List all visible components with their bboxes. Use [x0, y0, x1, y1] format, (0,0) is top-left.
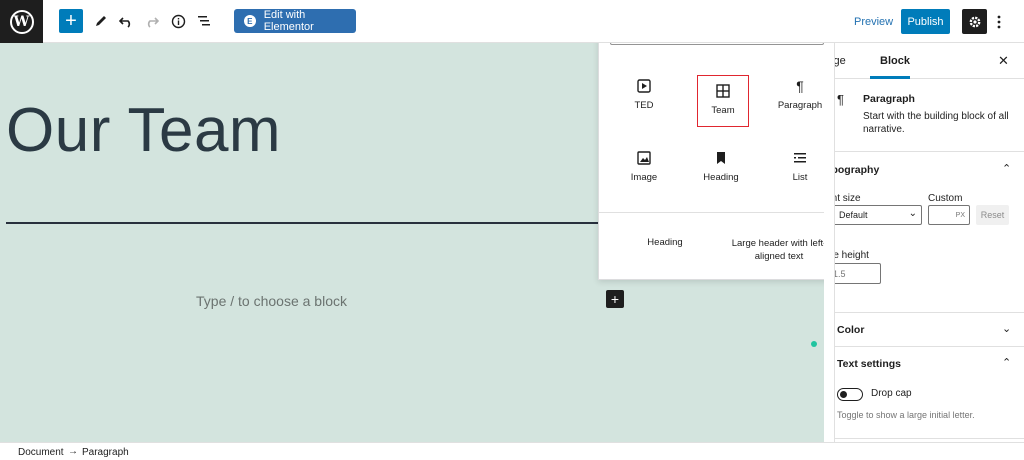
- block-search-input[interactable]: [611, 43, 791, 44]
- bookmark-icon: [689, 147, 753, 169]
- settings-sidebar: Page Block ✕ ¶ Paragraph Start with the …: [834, 43, 1024, 442]
- block-item-label: Paragraph: [777, 100, 823, 111]
- chevron-down-icon: ⌄: [908, 208, 917, 219]
- pilcrow-icon: ¶: [837, 92, 844, 107]
- toggle-knob: [840, 390, 847, 398]
- text-settings-panel-header[interactable]: Text settings ⌃: [835, 347, 1024, 381]
- list-view-icon: [198, 16, 210, 26]
- info-icon: [171, 14, 185, 28]
- block-item-image[interactable]: Image: [612, 147, 676, 203]
- empty-paragraph-placeholder[interactable]: Type / to choose a block: [196, 293, 347, 309]
- tab-page[interactable]: Page: [835, 55, 846, 67]
- drop-cap-help-text: Toggle to show a large initial letter.: [837, 410, 975, 420]
- block-item-heading[interactable]: Heading: [689, 147, 753, 203]
- gear-icon: [969, 16, 980, 27]
- block-item-ted[interactable]: TED: [612, 75, 676, 131]
- editor-toolbar: W + E Edit with Elementor Preview Publis…: [0, 0, 1024, 43]
- block-item-label: TED: [634, 100, 654, 111]
- typography-panel-header[interactable]: Typography ⌃: [835, 153, 1024, 187]
- undo-icon: [119, 17, 131, 28]
- line-height-label: Line height: [835, 250, 869, 261]
- page-title[interactable]: Our Team: [6, 95, 281, 166]
- block-item-label: List: [792, 172, 808, 183]
- color-panel-header[interactable]: Color ⌄: [835, 313, 1024, 347]
- block-item-list[interactable]: List: [768, 147, 824, 203]
- arrow-right-icon: →: [68, 446, 78, 457]
- pencil-icon: [96, 16, 106, 26]
- details-button[interactable]: [166, 9, 190, 33]
- panel-title: Text settings: [837, 358, 901, 370]
- inline-add-block-button[interactable]: +: [606, 290, 624, 308]
- block-item-label: Team: [711, 105, 735, 116]
- editor-canvas: Our Team Type / to choose a block + ✕ TE…: [0, 43, 824, 442]
- font-size-select[interactable]: Default ⌄: [835, 205, 922, 225]
- text-settings-panel: Text settings ⌃ Drop cap Toggle to show …: [835, 347, 1024, 439]
- team-grid-icon: [698, 80, 748, 102]
- block-card-description: Start with the building block of all nar…: [863, 111, 1009, 135]
- drop-cap-label: Drop cap: [871, 388, 912, 399]
- block-item-label: Image: [630, 172, 658, 183]
- drop-cap-toggle[interactable]: [837, 388, 863, 401]
- typography-panel: Typography ⌃ Font size Custom Default ⌄ …: [835, 153, 1024, 313]
- embed-video-icon: [612, 75, 676, 97]
- chevron-up-icon: ⌃: [1002, 163, 1012, 175]
- options-menu-button[interactable]: [993, 11, 1005, 33]
- pattern-item-heading[interactable]: Heading: [619, 237, 711, 248]
- edit-with-elementor-button[interactable]: E Edit with Elementor: [234, 9, 356, 33]
- wordpress-icon: W: [9, 9, 34, 34]
- redo-button[interactable]: [140, 9, 164, 33]
- pilcrow-icon: ¶: [796, 78, 804, 94]
- inserter-divider: [599, 212, 824, 213]
- undo-button[interactable]: [114, 9, 138, 33]
- preview-button[interactable]: Preview: [854, 16, 893, 28]
- panel-title: Typography: [835, 164, 880, 176]
- block-item-team[interactable]: Team: [697, 75, 749, 127]
- image-icon: [612, 147, 676, 169]
- add-block-button[interactable]: +: [59, 9, 83, 33]
- pattern-item-large-header[interactable]: Large header with left-aligned text: [729, 237, 824, 263]
- chevron-up-icon: ⌃: [1002, 357, 1012, 369]
- tab-block[interactable]: Block: [880, 55, 910, 67]
- elementor-button-label: Edit with Elementor: [263, 9, 314, 33]
- reset-font-size-button[interactable]: Reset: [976, 205, 1009, 225]
- sidebar-tabs: Page Block ✕: [835, 43, 1024, 79]
- redo-icon: [147, 17, 159, 28]
- publish-button[interactable]: Publish: [901, 9, 950, 34]
- custom-size-label: Custom: [928, 193, 963, 204]
- elementor-icon: E: [244, 15, 256, 27]
- color-panel: Color ⌄: [835, 313, 1024, 347]
- custom-font-size-input[interactable]: PX: [928, 205, 970, 225]
- close-sidebar-icon[interactable]: ✕: [998, 53, 1009, 69]
- line-height-input[interactable]: 1.5: [835, 263, 881, 284]
- block-card: ¶ Paragraph Start with the building bloc…: [835, 80, 1024, 152]
- breadcrumb-paragraph: Paragraph: [82, 447, 129, 458]
- resize-handle-dot[interactable]: [811, 341, 817, 347]
- panel-title: Color: [837, 324, 865, 336]
- separator-block[interactable]: [6, 222, 646, 224]
- block-item-paragraph[interactable]: ¶ Paragraph: [768, 75, 824, 131]
- list-view-button[interactable]: [192, 9, 216, 33]
- font-size-label: Font size: [835, 193, 861, 204]
- breadcrumb-document[interactable]: Document: [18, 447, 64, 458]
- list-icon: [768, 147, 824, 169]
- block-inserter-popover: ✕ TED Team ¶ Paragraph: [598, 43, 824, 280]
- block-search-field[interactable]: ✕: [610, 43, 824, 45]
- font-size-value: Default: [839, 210, 868, 220]
- tools-button[interactable]: [89, 9, 113, 33]
- active-tab-indicator: [870, 76, 910, 79]
- chevron-down-icon: ⌄: [1002, 323, 1012, 335]
- settings-button[interactable]: [962, 9, 987, 34]
- block-breadcrumb: Document → Paragraph: [0, 442, 1024, 460]
- more-vertical-icon: [997, 15, 1001, 29]
- block-card-title: Paragraph: [863, 93, 915, 105]
- wordpress-logo-button[interactable]: W: [0, 0, 43, 43]
- block-item-label: Heading: [703, 172, 739, 183]
